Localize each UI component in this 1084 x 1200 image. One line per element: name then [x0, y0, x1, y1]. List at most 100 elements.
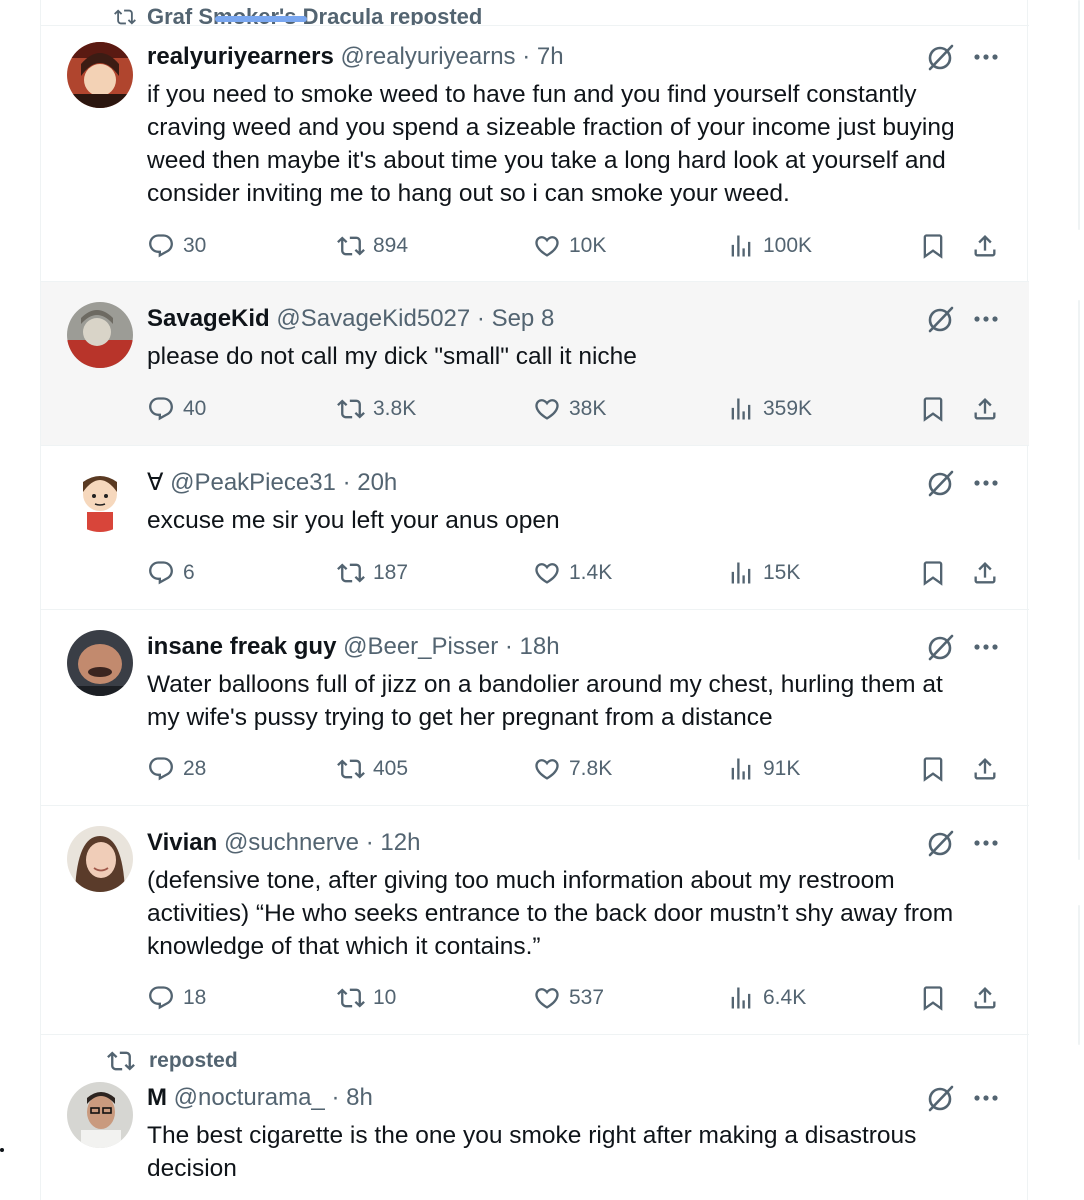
separator-dot: · — [331, 1084, 340, 1111]
repost-icon — [337, 395, 365, 423]
display-name[interactable]: M — [147, 1084, 167, 1111]
reposted-header-cut: Graf Smoker's Dracula reposted — [41, 0, 1029, 26]
repost-icon — [337, 559, 365, 587]
reply-button[interactable]: 30 — [147, 230, 206, 262]
new-posts-indicator — [215, 16, 307, 22]
timestamp[interactable]: 20h — [357, 469, 397, 496]
views-button[interactable]: 91K — [727, 753, 800, 785]
like-button[interactable]: 7.8K — [533, 753, 612, 785]
bookmark-icon — [919, 755, 947, 783]
action-bar: 40 3.8K 38K 359K — [147, 393, 1007, 425]
avatar[interactable] — [67, 826, 133, 892]
share-button[interactable] — [971, 982, 999, 1014]
heart-icon — [533, 984, 561, 1012]
repost-button[interactable]: 894 — [337, 230, 408, 262]
tweet[interactable]: realyuriyearners @realyuriyearns · 7h if… — [41, 26, 1029, 282]
reply-button[interactable]: 6 — [147, 557, 195, 589]
grok-icon[interactable] — [926, 468, 956, 498]
bookmark-button[interactable] — [919, 557, 947, 589]
reposted-label[interactable]: reposted — [149, 1049, 238, 1073]
repost-icon — [337, 232, 365, 260]
avatar[interactable] — [67, 466, 133, 532]
bookmark-button[interactable] — [919, 982, 947, 1014]
reply-button[interactable]: 28 — [147, 753, 206, 785]
tweet-text: The best cigarette is the one you smoke … — [147, 1119, 1007, 1185]
timestamp[interactable]: 7h — [537, 43, 564, 70]
reply-icon — [147, 395, 175, 423]
display-name[interactable]: ∀ — [147, 469, 163, 496]
views-button[interactable]: 359K — [727, 393, 812, 425]
action-bar: 18 10 537 6.4K — [147, 982, 1007, 1014]
like-button[interactable]: 10K — [533, 230, 606, 262]
user-handle[interactable]: @SavageKid5027 — [276, 305, 470, 332]
share-button[interactable] — [971, 393, 999, 425]
tweet-text-line: craving weed and you spend a sizeable fr… — [147, 114, 955, 141]
repost-button[interactable]: 10 — [337, 982, 396, 1014]
share-button[interactable] — [971, 557, 999, 589]
scrollbar-track[interactable] — [1076, 0, 1084, 1200]
avatar[interactable] — [67, 42, 133, 108]
views-button[interactable]: 15K — [727, 557, 800, 589]
more-icon[interactable] — [971, 304, 1001, 334]
display-name[interactable]: Vivian — [147, 829, 217, 856]
tweet-text: excuse me sir you left your anus open — [147, 504, 1007, 537]
separator-dot: · — [522, 43, 531, 70]
user-handle[interactable]: @PeakPiece31 — [170, 469, 336, 496]
share-button[interactable] — [971, 230, 999, 262]
grok-icon[interactable] — [926, 1083, 956, 1113]
share-button[interactable] — [971, 753, 999, 785]
like-button[interactable]: 38K — [533, 393, 606, 425]
repost-button[interactable]: 405 — [337, 753, 408, 785]
tweet-text: Water balloons full of jizz on a bandoli… — [147, 668, 1007, 734]
more-icon[interactable] — [971, 828, 1001, 858]
display-name[interactable]: insane freak guy — [147, 633, 336, 660]
more-icon[interactable] — [971, 1083, 1001, 1113]
like-button[interactable]: 1.4K — [533, 557, 612, 589]
reposted-by-text[interactable]: Graf Smoker's Dracula reposted — [147, 6, 482, 26]
user-handle[interactable]: @Beer_Pisser — [343, 633, 498, 660]
views-button[interactable]: 6.4K — [727, 982, 806, 1014]
grok-icon[interactable] — [926, 632, 956, 662]
timestamp[interactable]: 8h — [346, 1084, 373, 1111]
avatar[interactable] — [67, 302, 133, 368]
grok-icon[interactable] — [926, 304, 956, 334]
like-count: 38K — [569, 397, 607, 420]
repost-button[interactable]: 187 — [337, 557, 408, 589]
avatar[interactable] — [67, 1082, 133, 1148]
reply-button[interactable]: 40 — [147, 393, 206, 425]
user-handle[interactable]: @nocturama_ — [174, 1084, 325, 1111]
user-handle[interactable]: @realyuriyearns — [340, 43, 515, 70]
display-name[interactable]: realyuriyearners — [147, 43, 334, 70]
timestamp[interactable]: 18h — [520, 633, 560, 660]
reply-icon — [147, 984, 175, 1012]
bookmark-icon — [919, 395, 947, 423]
timestamp[interactable]: Sep 8 — [492, 305, 555, 332]
more-icon[interactable] — [971, 468, 1001, 498]
tweet[interactable]: reposted M @nocturama_ · 8h The best cig… — [41, 1035, 1029, 1200]
repost-icon — [107, 1047, 135, 1075]
avatar[interactable] — [67, 630, 133, 696]
tweet[interactable]: SavageKid @SavageKid5027 · Sep 8 please … — [41, 282, 1029, 446]
bookmark-button[interactable] — [919, 393, 947, 425]
grok-icon[interactable] — [926, 828, 956, 858]
tweet-header: SavageKid @SavageKid5027 · Sep 8 — [147, 304, 1029, 334]
tweet[interactable]: ∀ @PeakPiece31 · 20h excuse me sir you l… — [41, 446, 1029, 610]
tweet[interactable]: insane freak guy @Beer_Pisser · 18h Wate… — [41, 610, 1029, 806]
user-handle[interactable]: @suchnerve — [224, 829, 359, 856]
tweet-text: please do not call my dick "small" call … — [147, 340, 1007, 373]
display-name[interactable]: SavageKid — [147, 305, 270, 332]
reply-button[interactable]: 18 — [147, 982, 206, 1014]
like-button[interactable]: 537 — [533, 982, 604, 1014]
bookmark-button[interactable] — [919, 753, 947, 785]
bookmark-button[interactable] — [919, 230, 947, 262]
share-icon — [971, 755, 999, 783]
timestamp[interactable]: 12h — [380, 829, 420, 856]
analytics-icon — [727, 984, 755, 1012]
more-icon[interactable] — [971, 632, 1001, 662]
views-button[interactable]: 100K — [727, 230, 812, 262]
tweet[interactable]: Vivian @suchnerve · 12h (defensive tone,… — [41, 806, 1029, 1035]
repost-button[interactable]: 3.8K — [337, 393, 416, 425]
tweet-text-line: activities) “He who seeks entrance to th… — [147, 900, 954, 927]
grok-icon[interactable] — [926, 42, 956, 72]
more-icon[interactable] — [971, 42, 1001, 72]
